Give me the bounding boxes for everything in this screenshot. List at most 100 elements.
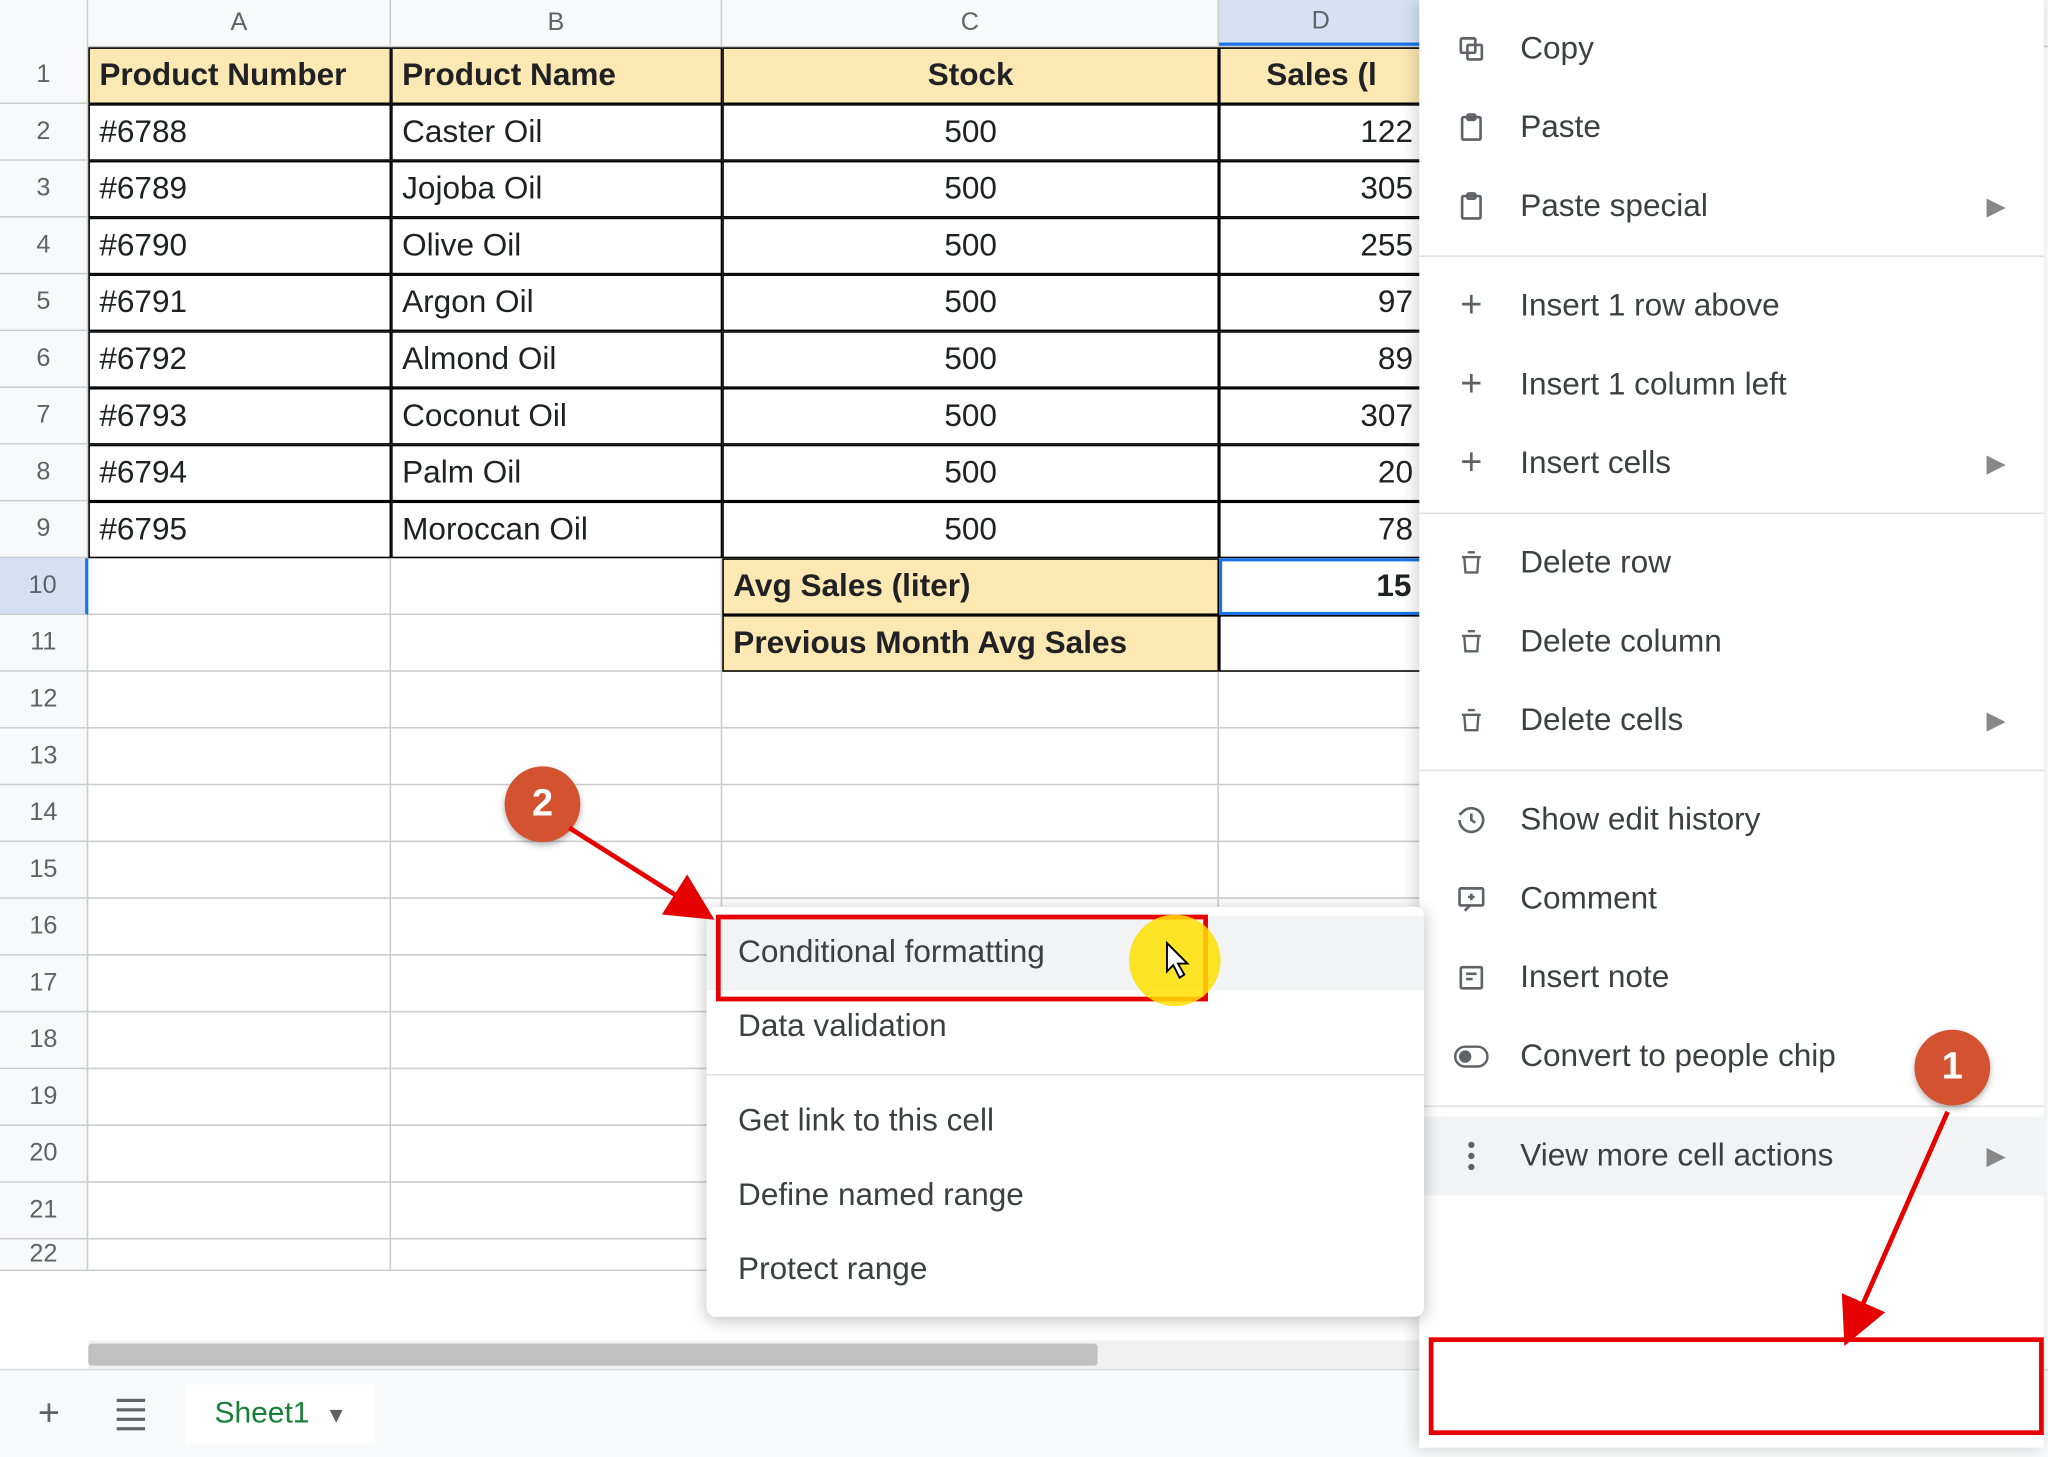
cell-A10[interactable] bbox=[88, 558, 391, 615]
cell-A13[interactable] bbox=[88, 729, 391, 786]
menu-show-history[interactable]: Show edit history bbox=[1419, 781, 2043, 860]
cell-D15[interactable] bbox=[1219, 842, 1424, 899]
cell-D7[interactable]: 307 bbox=[1219, 388, 1424, 445]
cell-B17[interactable] bbox=[391, 956, 722, 1013]
cell-A3[interactable]: #6789 bbox=[88, 161, 391, 218]
row-header-12[interactable]: 12 bbox=[0, 672, 88, 729]
menu-insert-cells[interactable]: Insert cells▶ bbox=[1419, 424, 2043, 503]
cell-B16[interactable] bbox=[391, 899, 722, 956]
row-header-13[interactable]: 13 bbox=[0, 729, 88, 786]
cell-A17[interactable] bbox=[88, 956, 391, 1013]
all-sheets-button[interactable] bbox=[104, 1387, 158, 1441]
row-header-19[interactable]: 19 bbox=[0, 1069, 88, 1126]
row-header-7[interactable]: 7 bbox=[0, 388, 88, 445]
menu-paste[interactable]: Paste bbox=[1419, 88, 2043, 167]
cell-A4[interactable]: #6790 bbox=[88, 218, 391, 275]
cell-A12[interactable] bbox=[88, 672, 391, 729]
cell-C14[interactable] bbox=[722, 785, 1219, 842]
cell-D5[interactable]: 97 bbox=[1219, 274, 1424, 331]
cell-A20[interactable] bbox=[88, 1126, 391, 1183]
cell-A9[interactable]: #6795 bbox=[88, 501, 391, 558]
row-header-11[interactable]: 11 bbox=[0, 615, 88, 672]
menu-paste-special[interactable]: Paste special▶ bbox=[1419, 167, 2043, 246]
cell-A2[interactable]: #6788 bbox=[88, 104, 391, 161]
cell-A22[interactable] bbox=[88, 1240, 391, 1272]
cell-B3[interactable]: Jojoba Oil bbox=[391, 161, 722, 218]
cell-A15[interactable] bbox=[88, 842, 391, 899]
cell-D13[interactable] bbox=[1219, 729, 1424, 786]
cell-A6[interactable]: #6792 bbox=[88, 331, 391, 388]
row-header-2[interactable]: 2 bbox=[0, 104, 88, 161]
row-header-10[interactable]: 10 bbox=[0, 558, 88, 615]
cell-A18[interactable] bbox=[88, 1012, 391, 1069]
header-stock[interactable]: Stock bbox=[722, 47, 1219, 104]
cell-A16[interactable] bbox=[88, 899, 391, 956]
row-header-21[interactable]: 21 bbox=[0, 1183, 88, 1240]
cell-A11[interactable] bbox=[88, 615, 391, 672]
cell-B11[interactable] bbox=[391, 615, 722, 672]
cell-B8[interactable]: Palm Oil bbox=[391, 445, 722, 502]
row-header-6[interactable]: 6 bbox=[0, 331, 88, 388]
cell-D12[interactable] bbox=[1219, 672, 1424, 729]
submenu-named-range[interactable]: Define named range bbox=[706, 1159, 1424, 1233]
cell-avg-sales-label[interactable]: Avg Sales (liter) bbox=[722, 558, 1219, 615]
row-header-15[interactable]: 15 bbox=[0, 842, 88, 899]
menu-copy[interactable]: Copy bbox=[1419, 9, 2043, 88]
submenu-data-validation[interactable]: Data validation bbox=[706, 990, 1424, 1064]
cell-A21[interactable] bbox=[88, 1183, 391, 1240]
cell-B19[interactable] bbox=[391, 1069, 722, 1126]
menu-comment[interactable]: Comment bbox=[1419, 859, 2043, 938]
row-header-20[interactable]: 20 bbox=[0, 1126, 88, 1183]
cell-C4[interactable]: 500 bbox=[722, 218, 1219, 275]
row-header-18[interactable]: 18 bbox=[0, 1012, 88, 1069]
cell-C8[interactable]: 500 bbox=[722, 445, 1219, 502]
menu-delete-column[interactable]: Delete column bbox=[1419, 602, 2043, 681]
cell-A14[interactable] bbox=[88, 785, 391, 842]
cell-B20[interactable] bbox=[391, 1126, 722, 1183]
header-product-number[interactable]: Product Number bbox=[88, 47, 391, 104]
cell-avg-sales-value[interactable]: 15 bbox=[1219, 558, 1424, 615]
cell-A8[interactable]: #6794 bbox=[88, 445, 391, 502]
col-header-D[interactable]: D bbox=[1219, 0, 1424, 46]
cell-C7[interactable]: 500 bbox=[722, 388, 1219, 445]
cell-D6[interactable]: 89 bbox=[1219, 331, 1424, 388]
sheet-tab-sheet1[interactable]: Sheet1▼ bbox=[186, 1384, 375, 1444]
cell-C12[interactable] bbox=[722, 672, 1219, 729]
row-header-9[interactable]: 9 bbox=[0, 501, 88, 558]
row-header-4[interactable]: 4 bbox=[0, 218, 88, 275]
menu-insert-column[interactable]: Insert 1 column left bbox=[1419, 345, 2043, 424]
row-header-5[interactable]: 5 bbox=[0, 274, 88, 331]
cell-D9[interactable]: 78 bbox=[1219, 501, 1424, 558]
cell-D8[interactable]: 20 bbox=[1219, 445, 1424, 502]
cell-B6[interactable]: Almond Oil bbox=[391, 331, 722, 388]
cell-B7[interactable]: Coconut Oil bbox=[391, 388, 722, 445]
row-header-8[interactable]: 8 bbox=[0, 445, 88, 502]
submenu-protect-range[interactable]: Protect range bbox=[706, 1233, 1424, 1307]
row-header-17[interactable]: 17 bbox=[0, 956, 88, 1013]
cell-C3[interactable]: 500 bbox=[722, 161, 1219, 218]
cell-A5[interactable]: #6791 bbox=[88, 274, 391, 331]
cell-D11[interactable] bbox=[1219, 615, 1424, 672]
cell-C15[interactable] bbox=[722, 842, 1219, 899]
col-header-A[interactable]: A bbox=[88, 0, 391, 46]
cell-B10[interactable] bbox=[391, 558, 722, 615]
cell-B9[interactable]: Moroccan Oil bbox=[391, 501, 722, 558]
row-header-16[interactable]: 16 bbox=[0, 899, 88, 956]
submenu-get-link[interactable]: Get link to this cell bbox=[706, 1085, 1424, 1159]
cell-C13[interactable] bbox=[722, 729, 1219, 786]
row-header-1[interactable]: 1 bbox=[0, 47, 88, 104]
row-header-22[interactable]: 22 bbox=[0, 1240, 88, 1272]
cell-C5[interactable]: 500 bbox=[722, 274, 1219, 331]
select-all-corner[interactable] bbox=[0, 0, 88, 47]
cell-D2[interactable]: 122 bbox=[1219, 104, 1424, 161]
header-product-name[interactable]: Product Name bbox=[391, 47, 722, 104]
cell-A7[interactable]: #6793 bbox=[88, 388, 391, 445]
cell-B4[interactable]: Olive Oil bbox=[391, 218, 722, 275]
menu-delete-row[interactable]: Delete row bbox=[1419, 524, 2043, 603]
cell-B21[interactable] bbox=[391, 1183, 722, 1240]
cell-D14[interactable] bbox=[1219, 785, 1424, 842]
col-header-C[interactable]: C bbox=[722, 0, 1219, 46]
header-sales[interactable]: Sales (l bbox=[1219, 47, 1424, 104]
cell-prev-avg-label[interactable]: Previous Month Avg Sales bbox=[722, 615, 1219, 672]
cell-C6[interactable]: 500 bbox=[722, 331, 1219, 388]
